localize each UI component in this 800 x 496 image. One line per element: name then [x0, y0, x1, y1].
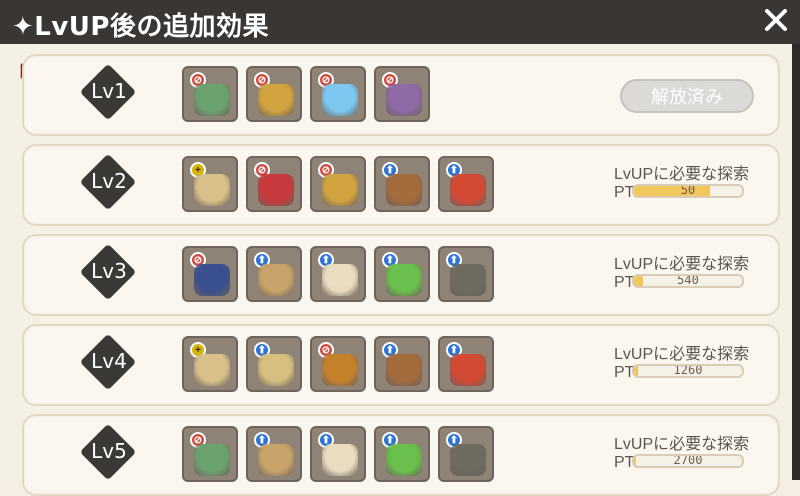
green-potion-icon[interactable]: ⬆ — [374, 246, 430, 302]
green-potion-icon[interactable]: ⬆ — [374, 426, 430, 482]
level-row-3: Lv3 ⊘ ⬆ ⬆ ⬆ ⬆ LvUPに必要な探索PT 540 — [22, 234, 780, 316]
potion-flask-icon[interactable]: ⊘ — [374, 66, 430, 122]
points-progress-bar: 1260 — [632, 364, 744, 378]
green-ruins-icon[interactable]: ⊘ — [182, 426, 238, 482]
points-progress-bar: 2700 — [632, 454, 744, 468]
level-badge: Lv2 — [79, 153, 137, 211]
dark-armor-icon[interactable]: ⊘ — [182, 246, 238, 302]
red-portal-icon[interactable]: ⊘ — [246, 156, 302, 212]
icon-art — [194, 174, 230, 206]
icon-art — [450, 264, 486, 296]
scrollbar[interactable] — [792, 44, 800, 480]
sand-block-icon[interactable]: + — [182, 156, 238, 212]
chest-icon[interactable]: ⬆ — [438, 426, 494, 482]
required-points: LvUPに必要な探索PT 2700 — [614, 430, 764, 480]
treasure-box-icon[interactable]: ⬆ — [246, 246, 302, 302]
sand-block-icon[interactable]: + — [182, 336, 238, 392]
dice-icon[interactable]: ⬆ — [310, 426, 366, 482]
icon-art — [386, 174, 422, 206]
golden-building-icon[interactable]: ⊘ — [246, 66, 302, 122]
barrel-icon[interactable]: ⬆ — [374, 336, 430, 392]
map-pin-icon[interactable]: ⬆ — [438, 156, 494, 212]
icon-art — [194, 264, 230, 296]
level-row-5: Lv5 ⊘ ⬆ ⬆ ⬆ ⬆ LvUPに必要な探索PT 2700 — [22, 414, 780, 496]
points-progress-bar: 50 — [632, 184, 744, 198]
icon-art — [194, 354, 230, 386]
chest-icon[interactable]: ⬆ — [438, 246, 494, 302]
dialog-title: ✦LvUP後の追加効果 — [12, 12, 269, 42]
treasure-box-icon[interactable]: ⬆ — [246, 426, 302, 482]
blue-portal-icon[interactable]: ⊘ — [310, 66, 366, 122]
icon-art — [194, 444, 230, 476]
dice-icon[interactable]: ⬆ — [310, 246, 366, 302]
icon-art — [258, 354, 294, 386]
map-pin-icon[interactable]: ⬆ — [438, 336, 494, 392]
golden-building-icon[interactable]: ⊘ — [310, 156, 366, 212]
level-badge: Lv5 — [79, 423, 137, 481]
icon-art — [322, 444, 358, 476]
icon-art — [322, 174, 358, 206]
level-row-1: Lv1 ⊘ ⊘ ⊘ ⊘ 解放済み — [22, 54, 780, 136]
level-badge: Lv1 — [79, 63, 137, 121]
icon-art — [258, 84, 294, 116]
required-points-value: 1260 — [673, 364, 703, 377]
icon-art — [258, 174, 294, 206]
required-points: LvUPに必要な探索PT 50 — [614, 160, 764, 210]
icon-art — [194, 84, 230, 116]
icon-art — [386, 444, 422, 476]
unlocked-button: 解放済み — [620, 79, 754, 113]
icon-art — [450, 354, 486, 386]
ornate-gear-icon[interactable]: ⬆ — [246, 336, 302, 392]
points-progress-bar: 540 — [632, 274, 744, 288]
icon-art — [450, 444, 486, 476]
icon-art — [386, 84, 422, 116]
icon-art — [258, 444, 294, 476]
icon-art — [450, 174, 486, 206]
required-points-value: 540 — [677, 274, 699, 287]
close-icon[interactable] — [762, 6, 790, 34]
icon-art — [322, 264, 358, 296]
icon-art — [322, 354, 358, 386]
level-row-2: Lv2 + ⊘ ⊘ ⬆ ⬆ LvUPに必要な探索PT 50 — [22, 144, 780, 226]
icon-art — [322, 84, 358, 116]
required-points: LvUPに必要な探索PT 1260 — [614, 340, 764, 390]
gold-chest-icon[interactable]: ⊘ — [310, 336, 366, 392]
required-points-value: 50 — [680, 184, 696, 197]
dialog-header: ✦LvUP後の追加効果 — [0, 0, 800, 44]
level-badge: Lv4 — [79, 333, 137, 391]
required-points-value: 2700 — [673, 454, 703, 467]
green-ruins-icon[interactable]: ⊘ — [182, 66, 238, 122]
icon-art — [386, 264, 422, 296]
level-row-4: Lv4 + ⬆ ⊘ ⬆ ⬆ LvUPに必要な探索PT 1260 — [22, 324, 780, 406]
required-points: LvUPに必要な探索PT 540 — [614, 250, 764, 300]
icon-art — [386, 354, 422, 386]
barrel-icon[interactable]: ⬆ — [374, 156, 430, 212]
icon-art — [258, 264, 294, 296]
level-badge: Lv3 — [79, 243, 137, 301]
